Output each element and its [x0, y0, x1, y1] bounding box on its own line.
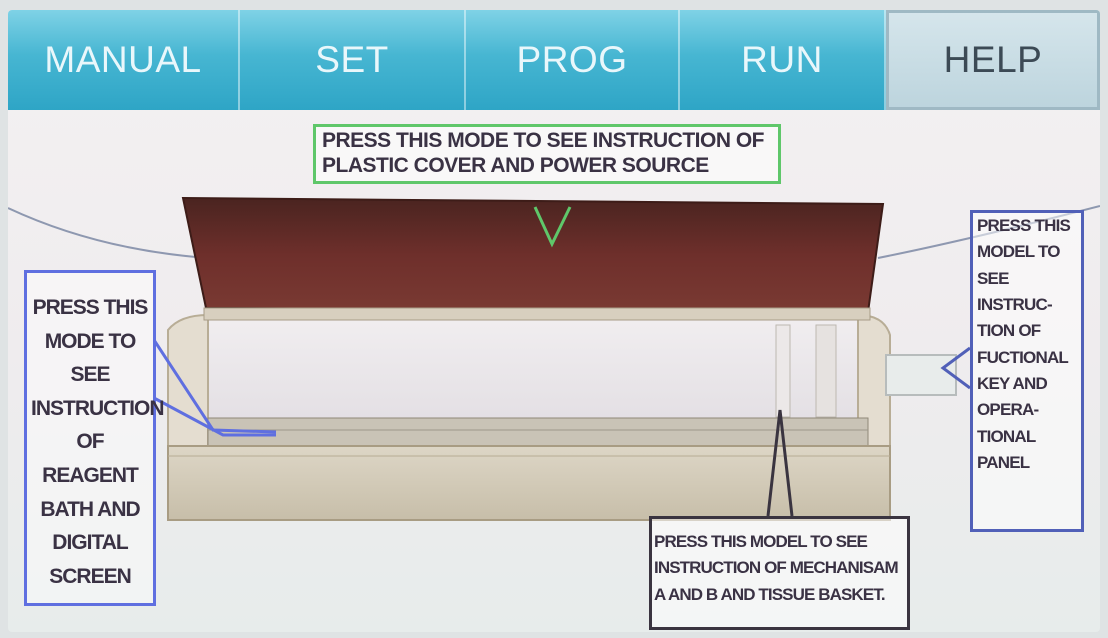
- help-diagram: PRESS THIS MODE TO SEE INSTRUCTION OF PL…: [8, 110, 1100, 632]
- tab-set[interactable]: SET: [240, 10, 466, 110]
- callout-mechanism-basket[interactable]: PRESS THIS MODEL TO SEE INSTRUCTION OF M…: [649, 516, 910, 630]
- tab-run[interactable]: RUN: [680, 10, 886, 110]
- callout-functional-key-panel[interactable]: PRESS THIS MODEL TO SEE INSTRUC-TION OF …: [970, 210, 1084, 532]
- callout-reagent-bath-screen[interactable]: PRESS THIS MODE TO SEE INSTRUCTION OF RE…: [24, 270, 165, 606]
- tab-help[interactable]: HELP: [886, 10, 1100, 110]
- mode-tab-bar: MANUAL SET PROG RUN HELP: [8, 10, 1100, 110]
- touch-screen: MANUAL SET PROG RUN HELP PRESS THIS MODE…: [8, 10, 1100, 632]
- callout-cover-power[interactable]: PRESS THIS MODE TO SEE INSTRUCTION OF PL…: [313, 124, 781, 184]
- tab-manual[interactable]: MANUAL: [8, 10, 240, 110]
- tab-prog[interactable]: PROG: [466, 10, 680, 110]
- tissue-processor-image: [8, 196, 1100, 521]
